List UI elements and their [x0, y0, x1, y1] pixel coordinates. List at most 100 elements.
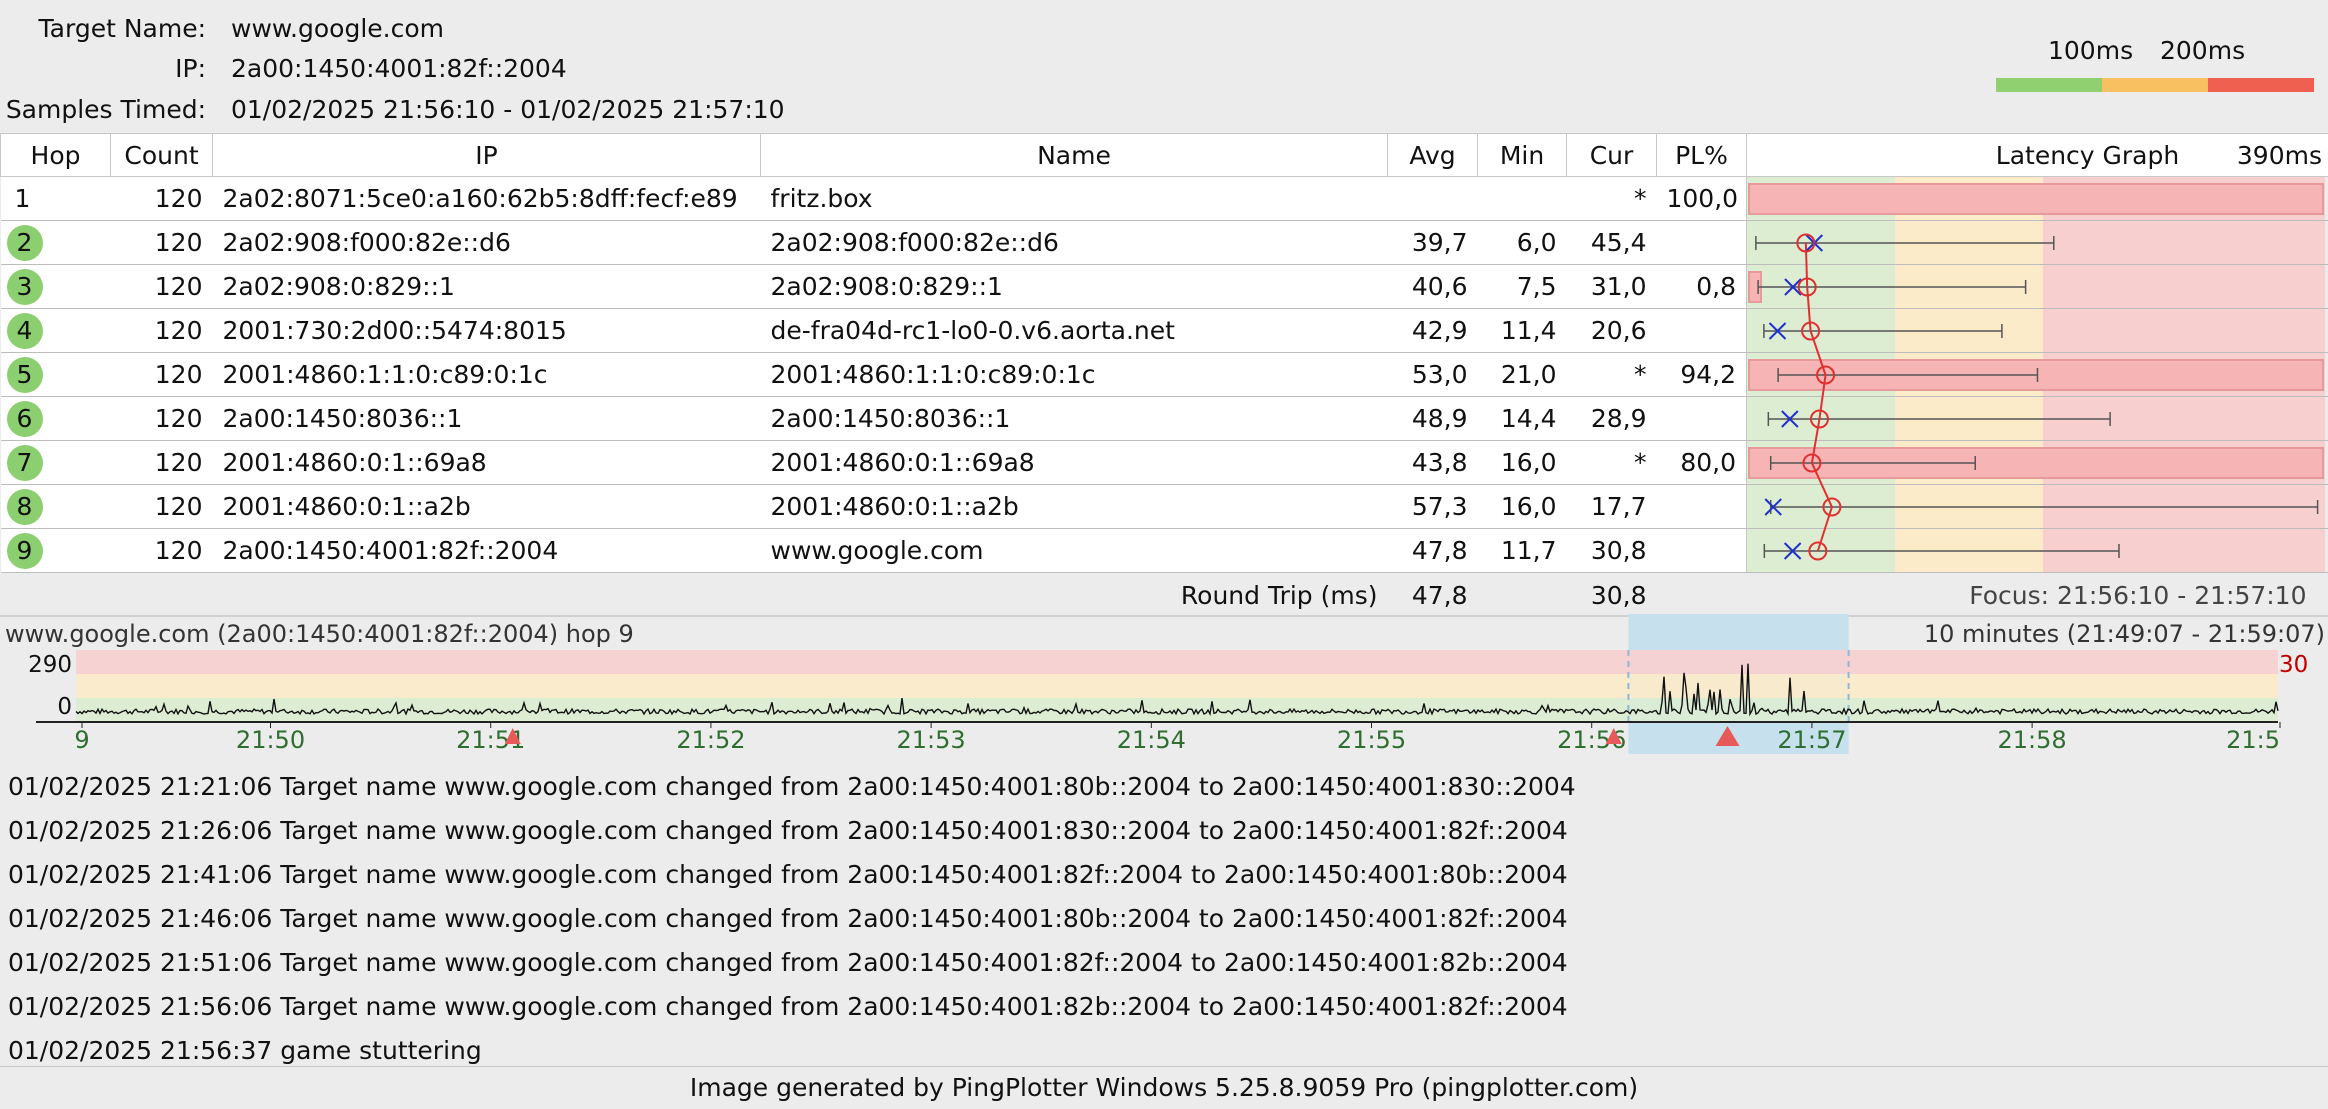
- timeline-tick-label: 9: [74, 726, 89, 754]
- ip-cell: 2001:4860:0:1::a2b: [213, 485, 761, 529]
- avg-cell: 42,9: [1388, 309, 1478, 353]
- timeline-tick-label: 21:53: [897, 726, 966, 754]
- scale-green-segment: [1996, 78, 2102, 92]
- event-log: 01/02/2025 21:21:06 Target name www.goog…: [8, 765, 1576, 1073]
- cur-cell: 31,0: [1567, 265, 1657, 309]
- target-name-label: Target Name:: [0, 14, 206, 43]
- cur-cell: *: [1567, 441, 1657, 485]
- event-item: 01/02/2025 21:41:06 Target name www.goog…: [8, 853, 1576, 897]
- ip-cell: 2001:4860:0:1::69a8: [213, 441, 761, 485]
- ip-label: IP:: [0, 54, 206, 83]
- hop-number-badge: 6: [7, 401, 43, 437]
- min-cell: 21,0: [1478, 353, 1567, 397]
- col-min[interactable]: Min: [1478, 134, 1567, 177]
- pl-cell: [1657, 529, 1747, 573]
- timeline-tick-label: 21:54: [1117, 726, 1186, 754]
- latency-scale-legend: 100ms 200ms: [1996, 36, 2314, 92]
- timeline-y-top: 290: [2, 652, 72, 678]
- round-trip-cur: 30,8: [1567, 573, 1657, 618]
- timeline-range[interactable]: 10 minutes (21:49:07 - 21:59:07): [1924, 620, 2325, 648]
- count-cell: 120: [111, 309, 213, 353]
- name-cell: www.google.com: [761, 529, 1388, 573]
- ip-value: 2a00:1450:4001:82f::2004: [231, 54, 567, 83]
- name-cell: 2a02:908:0:829::1: [761, 265, 1388, 309]
- ip-cell: 2001:730:2d00::5474:8015: [213, 309, 761, 353]
- hop-number-badge: 8: [7, 489, 43, 525]
- ip-cell: 2a00:1450:4001:82f::2004: [213, 529, 761, 573]
- cur-cell: 17,7: [1567, 485, 1657, 529]
- timeline-zone: [76, 650, 2278, 674]
- min-cell: 16,0: [1478, 485, 1567, 529]
- cur-cell: 45,4: [1567, 221, 1657, 265]
- timeline-tick-label: 21:55: [1337, 726, 1406, 754]
- hop-number-badge: 3: [7, 269, 43, 305]
- event-item: 01/02/2025 21:51:06 Target name www.goog…: [8, 941, 1576, 985]
- avg-cell: 48,9: [1388, 397, 1478, 441]
- min-cell: 16,0: [1478, 441, 1567, 485]
- pl-cell: [1657, 221, 1747, 265]
- event-item: 01/02/2025 21:46:06 Target name www.goog…: [8, 897, 1576, 941]
- avg-cell: 53,0: [1388, 353, 1478, 397]
- focus-range: Focus: 21:56:10 - 21:57:10: [1747, 573, 2328, 618]
- scale-red-segment: [2208, 78, 2314, 92]
- avg-cell: 47,8: [1388, 529, 1478, 573]
- hop-table-header: Hop Count IP Name Avg Min Cur PL% Latenc…: [1, 134, 2328, 177]
- round-trip-summary: Round Trip (ms) 47,8 30,8 Focus: 21:56:1…: [1, 573, 2328, 618]
- avg-cell: 43,8: [1388, 441, 1478, 485]
- timeline-right-marker: 30: [2279, 652, 2308, 678]
- min-cell: 6,0: [1478, 221, 1567, 265]
- timeline-y-bottom: 0: [2, 694, 72, 720]
- hop-number-badge: 1: [5, 181, 41, 217]
- count-cell: 120: [111, 265, 213, 309]
- cur-cell: 20,6: [1567, 309, 1657, 353]
- pl-cell: 94,2: [1657, 353, 1747, 397]
- ip-cell: 2a00:1450:8036::1: [213, 397, 761, 441]
- min-cell: [1478, 177, 1567, 221]
- cur-cell: *: [1567, 177, 1657, 221]
- min-cell: 14,4: [1478, 397, 1567, 441]
- col-cur[interactable]: Cur: [1567, 134, 1657, 177]
- ip-cell: 2a02:908:0:829::1: [213, 265, 761, 309]
- pl-cell: 0,8: [1657, 265, 1747, 309]
- round-trip-label: Round Trip (ms): [1, 573, 1388, 618]
- name-cell: 2001:4860:0:1::a2b: [761, 485, 1388, 529]
- col-hop[interactable]: Hop: [1, 134, 111, 177]
- round-trip-avg: 47,8: [1388, 573, 1478, 618]
- scale-100-label: 100ms: [2048, 36, 2133, 65]
- latency-graph[interactable]: [1747, 177, 2325, 572]
- col-avg[interactable]: Avg: [1388, 134, 1478, 177]
- col-latency-graph[interactable]: Latency Graph 390ms: [1747, 134, 2328, 177]
- count-cell: 120: [111, 177, 213, 221]
- name-cell: 2a02:908:f000:82e::d6: [761, 221, 1388, 265]
- scale-200-label: 200ms: [2160, 36, 2245, 65]
- hop-number-badge: 4: [7, 313, 43, 349]
- count-cell: 120: [111, 353, 213, 397]
- average-latency-line: [1806, 243, 1832, 551]
- min-cell: 7,5: [1478, 265, 1567, 309]
- event-item: 01/02/2025 21:26:06 Target name www.goog…: [8, 809, 1576, 853]
- latency-graph-max: 390ms: [2237, 141, 2322, 170]
- count-cell: 120: [111, 485, 213, 529]
- name-cell: 2a00:1450:8036::1: [761, 397, 1388, 441]
- event-item: 01/02/2025 21:56:06 Target name www.goog…: [8, 985, 1576, 1029]
- pl-cell: 80,0: [1657, 441, 1747, 485]
- samples-value: 01/02/2025 21:56:10 - 01/02/2025 21:57:1…: [231, 95, 785, 124]
- timeline-tick-label: 21:50: [236, 726, 305, 754]
- name-cell: 2001:4860:0:1::69a8: [761, 441, 1388, 485]
- col-count[interactable]: Count: [111, 134, 213, 177]
- hop-number-badge: 7: [7, 445, 43, 481]
- timeline-tick-label: 21:57: [1777, 726, 1846, 754]
- col-pl[interactable]: PL%: [1657, 134, 1747, 177]
- pl-cell: 100,0: [1657, 177, 1747, 221]
- ip-cell: 2001:4860:1:1:0:c89:0:1c: [213, 353, 761, 397]
- avg-cell: 57,3: [1388, 485, 1478, 529]
- count-cell: 120: [111, 221, 213, 265]
- col-name[interactable]: Name: [761, 134, 1388, 177]
- avg-cell: 39,7: [1388, 221, 1478, 265]
- avg-cell: 40,6: [1388, 265, 1478, 309]
- pl-cell: [1657, 485, 1747, 529]
- cur-cell: 28,9: [1567, 397, 1657, 441]
- footer-credit: Image generated by PingPlotter Windows 5…: [0, 1066, 2328, 1109]
- col-ip[interactable]: IP: [213, 134, 761, 177]
- hop-number-badge: 9: [7, 533, 43, 569]
